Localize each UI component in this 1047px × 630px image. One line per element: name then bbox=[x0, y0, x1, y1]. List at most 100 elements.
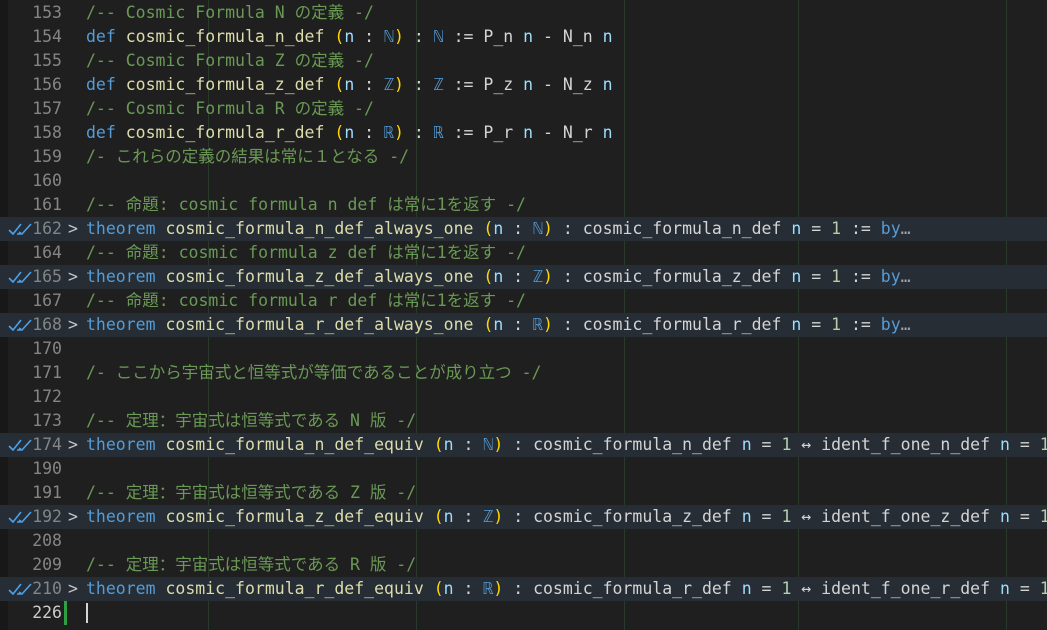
code-token: ( bbox=[433, 579, 444, 598]
code-token: ℕ bbox=[533, 219, 543, 238]
line-number: 173 bbox=[32, 411, 62, 430]
line-number: 156 bbox=[32, 75, 62, 94]
code-token: n bbox=[1000, 507, 1010, 526]
code-text[interactable]: theorem cosmic_formula_n_def_always_one … bbox=[86, 217, 911, 241]
code-token: = bbox=[751, 435, 782, 454]
code-token: cosmic_formula_z_def_always_one bbox=[165, 267, 484, 286]
code-line[interactable]: 226 bbox=[0, 601, 1047, 625]
code-token: cosmic_formula_n_def bbox=[125, 27, 335, 46]
code-token: 1 bbox=[781, 435, 792, 454]
code-token: cosmic_formula_z_def_equiv bbox=[165, 507, 434, 526]
code-text[interactable]: /-- Cosmic Formula R の定義 -/ bbox=[86, 97, 374, 121]
code-line[interactable]: 156 def cosmic_formula_z_def (n : ℤ) : ℤ … bbox=[0, 73, 1047, 97]
code-token: def bbox=[86, 27, 126, 46]
code-text[interactable]: /-- 命題: cosmic formula r def は常に1を返す -/ bbox=[86, 289, 526, 313]
code-token: : bbox=[453, 435, 484, 454]
code-token: n bbox=[493, 267, 504, 286]
code-line[interactable]: 173 /-- 定理：宇宙式は恒等式である N 版 -/ bbox=[0, 409, 1047, 433]
code-line[interactable]: 161 /-- 命題: cosmic formula n def は常に1を返す … bbox=[0, 193, 1047, 217]
code-text[interactable]: /-- Cosmic Formula Z の定義 -/ bbox=[86, 49, 374, 73]
code-line[interactable]: 162 > theorem cosmic_formula_n_def_always_… bbox=[0, 217, 1047, 241]
text-cursor bbox=[86, 603, 88, 623]
code-line[interactable]: 168 > theorem cosmic_formula_r_def_always_… bbox=[0, 313, 1047, 337]
code-text[interactable]: def cosmic_formula_n_def (n : ℕ) : ℕ := … bbox=[86, 25, 613, 49]
code-editor[interactable]: 153 /-- Cosmic Formula N の定義 -/ 154 def cos… bbox=[0, 0, 1047, 630]
code-token: : cosmic_formula_r_def bbox=[552, 315, 792, 334]
fold-chevron-icon[interactable]: > bbox=[66, 577, 80, 601]
code-text[interactable]: theorem cosmic_formula_z_def_equiv (n : … bbox=[86, 505, 1047, 529]
code-line[interactable]: 157 /-- Cosmic Formula R の定義 -/ bbox=[0, 97, 1047, 121]
code-token: : bbox=[354, 123, 385, 142]
code-line[interactable]: 154 def cosmic_formula_n_def (n : ℕ) : ℕ … bbox=[0, 25, 1047, 49]
code-text[interactable]: /-- 定理：宇宙式は恒等式である R 版 -/ bbox=[86, 553, 416, 577]
code-line[interactable]: 158 def cosmic_formula_r_def (n : ℝ) : ℝ … bbox=[0, 121, 1047, 145]
code-line[interactable]: 165 > theorem cosmic_formula_z_def_always_… bbox=[0, 265, 1047, 289]
code-token: ( bbox=[334, 27, 345, 46]
code-line[interactable]: 160 bbox=[0, 169, 1047, 193]
line-number: 162 bbox=[32, 219, 62, 238]
code-text[interactable]: /- ここから宇宙式と恒等式が等価であることが成り立つ -/ bbox=[86, 361, 541, 385]
code-token: = bbox=[801, 219, 832, 238]
code-token: ) bbox=[394, 123, 404, 142]
code-token: = bbox=[1009, 579, 1040, 598]
fold-chevron-icon[interactable]: > bbox=[66, 217, 80, 241]
code-token: 1 bbox=[1039, 579, 1047, 598]
code-token: n bbox=[1000, 579, 1010, 598]
code-token: /-- 命題: cosmic formula z def は常に1を返す -/ bbox=[86, 243, 526, 262]
code-text[interactable]: /- これらの定義の結果は常に１となる -/ bbox=[86, 145, 409, 169]
code-token: n bbox=[493, 219, 504, 238]
code-line[interactable]: 208 bbox=[0, 529, 1047, 553]
code-token: 1 bbox=[831, 315, 842, 334]
code-text[interactable]: theorem cosmic_formula_z_def_always_one … bbox=[86, 265, 911, 289]
fold-chevron-icon[interactable]: > bbox=[66, 433, 80, 457]
code-token: : bbox=[354, 75, 385, 94]
code-text[interactable]: theorem cosmic_formula_n_def_equiv (n : … bbox=[86, 433, 1047, 457]
code-text[interactable]: /-- 定理：宇宙式は恒等式である Z 版 -/ bbox=[86, 481, 416, 505]
code-line[interactable]: 170 bbox=[0, 337, 1047, 361]
code-line[interactable]: 190 bbox=[0, 457, 1047, 481]
fold-chevron-icon[interactable]: > bbox=[66, 313, 80, 337]
code-line[interactable]: 153 /-- Cosmic Formula N の定義 -/ bbox=[0, 1, 1047, 25]
code-line[interactable]: 155 /-- Cosmic Formula Z の定義 -/ bbox=[0, 49, 1047, 73]
code-line[interactable]: 167 /-- 命題: cosmic formula r def は常に1を返す … bbox=[0, 289, 1047, 313]
code-line[interactable]: 210 > theorem cosmic_formula_r_def_equiv (… bbox=[0, 577, 1047, 601]
code-line[interactable]: 164 /-- 命題: cosmic formula z def は常に1を返す … bbox=[0, 241, 1047, 265]
code-text[interactable]: theorem cosmic_formula_r_def_equiv (n : … bbox=[86, 577, 1047, 601]
code-token: /-- 定理：宇宙式は恒等式である R 版 -/ bbox=[86, 555, 417, 574]
code-token: := P_r bbox=[443, 123, 524, 142]
code-token: 1 bbox=[1039, 435, 1047, 454]
code-text[interactable]: def cosmic_formula_r_def (n : ℝ) : ℝ := … bbox=[86, 121, 613, 145]
code-token: n bbox=[741, 579, 752, 598]
code-token: 1 bbox=[831, 267, 842, 286]
code-text[interactable]: theorem cosmic_formula_r_def_always_one … bbox=[86, 313, 911, 337]
code-token: ℕ bbox=[433, 27, 444, 46]
code-text[interactable]: /-- 命題: cosmic formula n def は常に1を返す -/ bbox=[86, 193, 526, 217]
code-token: ) bbox=[493, 579, 504, 598]
code-text[interactable]: /-- Cosmic Formula N の定義 -/ bbox=[86, 1, 374, 25]
code-token: by bbox=[880, 267, 901, 286]
code-token: = bbox=[1009, 507, 1040, 526]
code-token: - N_r bbox=[533, 123, 603, 142]
code-line[interactable]: 171 /- ここから宇宙式と恒等式が等価であることが成り立つ -/ bbox=[0, 361, 1047, 385]
fold-chevron-icon[interactable]: > bbox=[66, 265, 80, 289]
code-token: n bbox=[523, 75, 534, 94]
code-line[interactable]: 159 /- これらの定義の結果は常に１となる -/ bbox=[0, 145, 1047, 169]
code-text[interactable]: /-- 定理：宇宙式は恒等式である N 版 -/ bbox=[86, 409, 416, 433]
line-number: 209 bbox=[32, 555, 62, 574]
code-line[interactable]: 174 > theorem cosmic_formula_n_def_equiv (… bbox=[0, 433, 1047, 457]
code-token: n bbox=[443, 435, 454, 454]
code-token: cosmic_formula_r_def_equiv bbox=[165, 579, 434, 598]
line-number: 172 bbox=[32, 387, 62, 406]
code-text[interactable]: def cosmic_formula_z_def (n : ℤ) : ℤ := … bbox=[86, 73, 613, 97]
fold-chevron-icon[interactable]: > bbox=[66, 505, 80, 529]
code-line[interactable]: 209 /-- 定理：宇宙式は恒等式である R 版 -/ bbox=[0, 553, 1047, 577]
line-number: 174 bbox=[32, 435, 62, 454]
code-token: n bbox=[344, 123, 355, 142]
code-line[interactable]: 191 /-- 定理：宇宙式は恒等式である Z 版 -/ bbox=[0, 481, 1047, 505]
code-line[interactable]: 192 > theorem cosmic_formula_z_def_equiv (… bbox=[0, 505, 1047, 529]
code-token: ↔ ident_f_one_z_def bbox=[791, 507, 1000, 526]
code-token: n bbox=[523, 123, 534, 142]
code-text[interactable]: /-- 命題: cosmic formula z def は常に1を返す -/ bbox=[86, 241, 526, 265]
code-token: 1 bbox=[781, 579, 792, 598]
code-line[interactable]: 172 bbox=[0, 385, 1047, 409]
